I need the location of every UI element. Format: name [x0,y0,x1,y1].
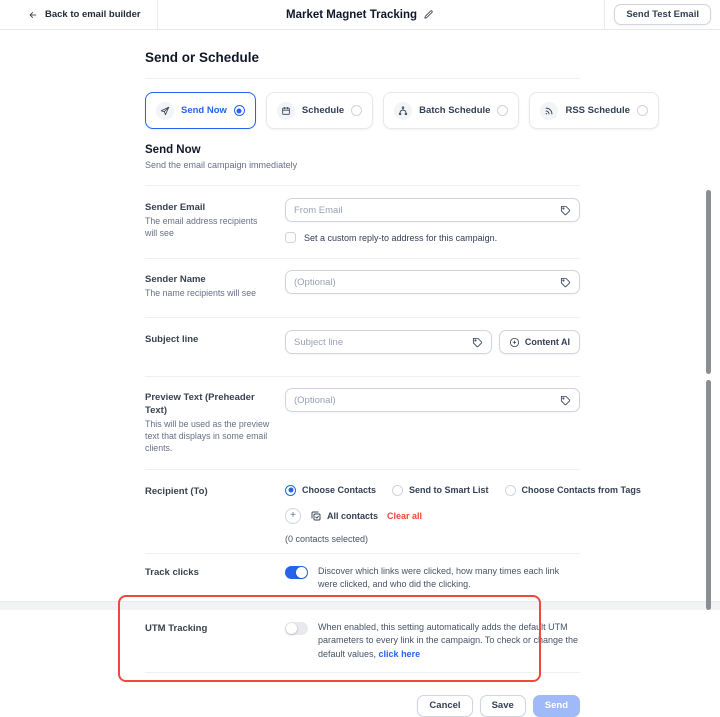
divider [145,258,580,259]
recipient-row: Recipient (To) Choose Contacts Send to S… [145,482,641,544]
divider [145,317,580,319]
subject-line-row: Subject line Content AI [145,330,580,355]
sender-name-row: Sender Name The name recipients will see [145,270,580,300]
subject-line-input[interactable] [294,336,466,348]
subject-line-label: Subject line [145,334,199,346]
sender-name-label: Sender Name [145,274,206,285]
back-to-email-builder-button[interactable]: Back to email builder [0,0,158,29]
sender-name-sublabel: The name recipients will see [145,288,256,299]
paper-plane-icon [156,101,174,120]
track-clicks-label: Track clicks [145,566,199,578]
arrow-left-icon [28,10,38,20]
tab-radio [351,105,363,116]
radio [392,484,404,496]
radio-send-to-smart-list[interactable]: Send to Smart List [392,484,489,496]
tab-radio-selected [233,105,245,116]
preview-text-row: Preview Text (Preheader Text) This will … [145,388,580,454]
tab-send-now[interactable]: Send Now [145,92,256,129]
sender-name-input-wrap [285,270,580,294]
section-title: Send Now [145,144,201,156]
merge-tag-icon[interactable] [560,205,571,216]
contacts-copy-icon [310,510,322,522]
top-bar: Back to email builder Market Magnet Trac… [0,0,720,30]
preview-text-input[interactable] [294,394,554,406]
radio-selected [285,484,296,496]
back-label: Back to email builder [45,9,141,20]
divider [145,468,580,470]
sender-email-input[interactable] [294,204,554,216]
divider [145,672,580,674]
rss-icon [540,101,559,120]
batch-tree-icon [394,101,413,120]
divider [145,78,580,79]
content-ai-label: Content AI [524,337,570,348]
page-bottom-strip [0,601,720,610]
send-or-schedule-panel: Send or Schedule Send Now Schedule Batch… [0,30,720,717]
utm-tracking-toggle[interactable] [285,621,308,635]
footer-actions: Cancel Save Send [145,695,580,717]
tab-schedule[interactable]: Schedule [265,92,374,129]
page-title: Send or Schedule [145,50,260,65]
section-heading: Send Now Send the email campaign immedia… [145,144,580,170]
send-test-email-button[interactable]: Send Test Email [614,3,711,26]
tab-label: Schedule [301,105,345,116]
campaign-title: Market Magnet Tracking [286,9,434,21]
tab-label: Batch Schedule [419,105,491,116]
radio-choose-contacts[interactable]: Choose Contacts [285,484,376,496]
merge-tag-icon[interactable] [560,277,571,288]
scrollbar[interactable] [706,190,711,374]
tab-label: Send Now [181,105,227,116]
cancel-button[interactable]: Cancel [417,695,473,717]
divider [145,185,580,186]
recipient-options: Choose Contacts Send to Smart List Choos… [285,482,641,496]
sender-email-row: Sender Email The email address recipient… [145,198,580,243]
tab-radio [497,105,509,116]
preview-text-label: Preview Text (Preheader Text) [145,392,255,416]
send-mode-tabs: Send Now Schedule Batch Schedule RSS Sch… [145,92,659,129]
divider [145,552,580,554]
preview-text-sublabel: This will be used as the preview text th… [145,418,270,453]
scrollbar[interactable] [706,380,711,610]
tab-label: RSS Schedule [565,105,630,116]
topbar-actions: Send Test Email [604,0,720,29]
utm-tracking-description: When enabled, this setting automatically… [318,621,578,659]
content-ai-icon [509,337,520,348]
recipient-label: Recipient (To) [145,485,208,497]
tab-batch-schedule[interactable]: Batch Schedule [383,92,520,129]
preview-text-input-wrap [285,388,580,413]
merge-tag-icon[interactable] [560,395,571,406]
sender-email-label: Sender Email [145,202,206,213]
tab-rss-schedule[interactable]: RSS Schedule [529,92,659,129]
custom-reply-to-row: Set a custom reply-to address for this c… [285,232,580,243]
all-contacts-chip[interactable]: All contacts [310,510,378,522]
tab-radio [636,105,648,116]
sender-email-input-wrap [285,198,580,222]
send-button[interactable]: Send [532,695,580,717]
subject-line-input-wrap [285,330,492,355]
radio-choose-contacts-from-tags[interactable]: Choose Contacts from Tags [504,484,641,496]
section-subtitle: Send the email campaign immediately [145,160,298,170]
sender-email-sublabel: The email address recipients will see [145,216,258,239]
add-contacts-button[interactable]: + [285,507,301,524]
edit-pencil-icon[interactable] [423,9,434,20]
calendar-icon [276,101,295,120]
custom-reply-to-checkbox[interactable] [285,232,296,243]
radio [504,484,516,496]
contacts-selected-count: (0 contacts selected) [285,533,369,544]
merge-tag-icon[interactable] [472,337,483,348]
clear-all-link[interactable]: Clear all [387,511,422,521]
track-clicks-toggle[interactable] [285,565,308,579]
campaign-title-text: Market Magnet Tracking [285,8,418,21]
custom-reply-to-label: Set a custom reply-to address for this c… [304,232,498,243]
contacts-chips-row: + All contacts Clear all [285,507,580,524]
sender-name-input[interactable] [294,276,554,288]
divider [145,376,580,378]
click-here-link[interactable]: click here [379,649,421,659]
track-clicks-row: Track clicks Discover which links were c… [145,563,580,592]
utm-tracking-label: UTM Tracking [145,622,208,634]
track-clicks-description: Discover which links were clicked, how m… [318,565,560,590]
content-ai-button[interactable]: Content AI [498,330,580,355]
save-button[interactable]: Save [479,695,526,717]
utm-tracking-row: UTM Tracking When enabled, this setting … [145,619,580,662]
